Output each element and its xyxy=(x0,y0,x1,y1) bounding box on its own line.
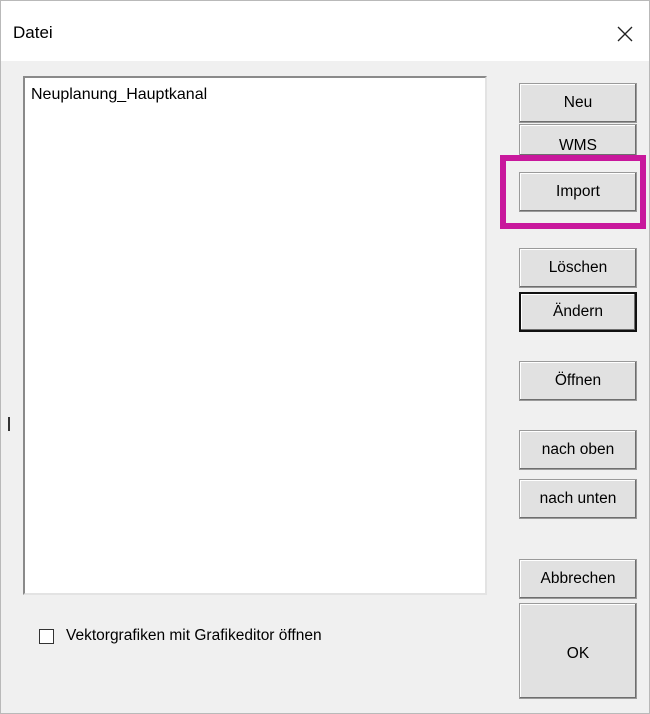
vector-editor-checkbox[interactable] xyxy=(39,628,54,644)
new-button[interactable]: Neu xyxy=(519,83,637,123)
wms-button[interactable]: WMS xyxy=(519,124,637,156)
delete-button[interactable]: Löschen xyxy=(519,248,637,288)
close-button[interactable] xyxy=(604,15,644,51)
file-dialog: Datei Neuplanung_Hauptkanal Neu WMS Impo… xyxy=(0,0,650,714)
close-icon xyxy=(617,26,633,42)
window-title: Datei xyxy=(13,23,53,42)
import-button[interactable]: Import xyxy=(519,172,637,212)
cancel-button[interactable]: Abbrechen xyxy=(519,559,637,599)
move-down-button[interactable]: nach unten xyxy=(519,479,637,519)
title-bar: Datei xyxy=(1,1,649,61)
vector-editor-label: Vektorgrafiken mit Grafikeditor öffnen xyxy=(66,627,322,644)
change-button[interactable]: Ändern xyxy=(519,292,637,332)
vector-editor-option[interactable]: Vektorgrafiken mit Grafikeditor öffnen xyxy=(39,627,322,645)
file-list[interactable]: Neuplanung_Hauptkanal xyxy=(23,76,487,595)
list-item[interactable]: Neuplanung_Hauptkanal xyxy=(31,86,207,104)
ok-button[interactable]: OK xyxy=(519,603,637,699)
resize-edge-mark xyxy=(8,417,10,431)
move-up-button[interactable]: nach oben xyxy=(519,430,637,470)
open-button[interactable]: Öffnen xyxy=(519,361,637,401)
